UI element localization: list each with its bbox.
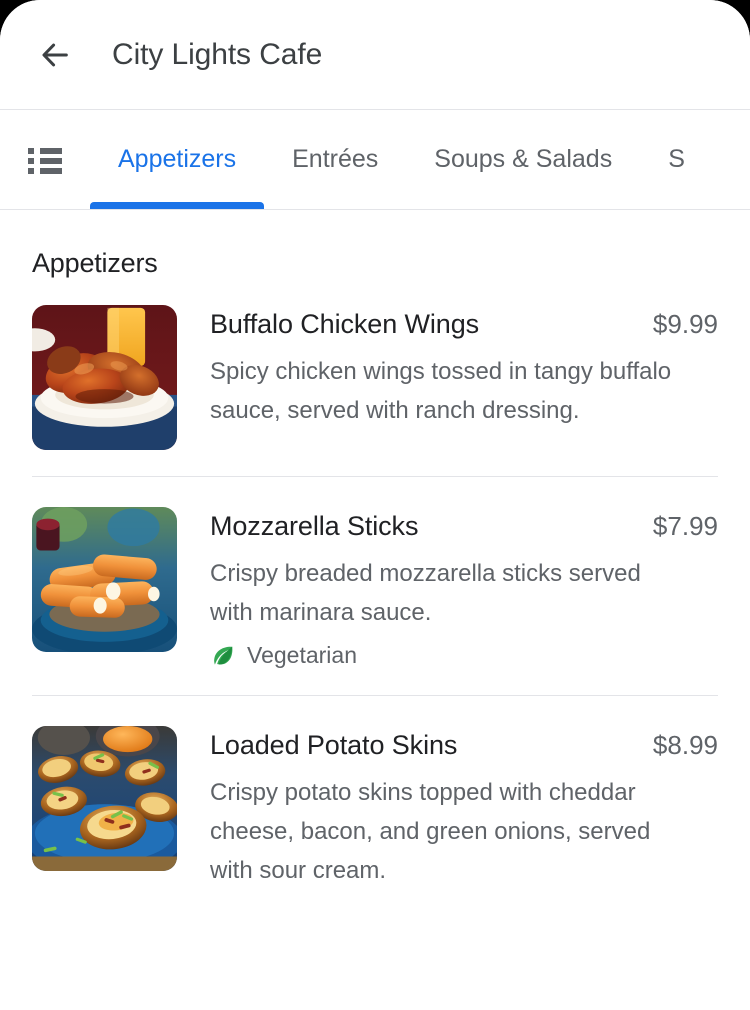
menu-item-name: Mozzarella Sticks xyxy=(210,511,419,541)
section-heading: Appetizers xyxy=(32,248,158,278)
back-button[interactable] xyxy=(32,32,78,78)
buffalo-chicken-wings-photo xyxy=(32,305,177,450)
menu-item-price: $8.99 xyxy=(652,730,718,760)
tab-label: Appetizers xyxy=(118,145,237,173)
menu-item-description: Spicy chicken wings tossed in tangy buff… xyxy=(210,358,672,424)
loaded-potato-skins-photo xyxy=(32,726,177,871)
menu-content: Appetizers Buffalo Chicken Wings $9.99 S… xyxy=(0,210,750,890)
arrow-back-icon xyxy=(38,38,72,72)
menu-item[interactable]: Mozzarella Sticks $7.99 Crispy breaded m… xyxy=(0,507,750,669)
category-tabbar: Appetizers Entrées Soups & Salads S xyxy=(0,110,750,210)
tab-label: Soups & Salads xyxy=(434,145,613,173)
tab-appetizers[interactable]: Appetizers xyxy=(90,110,265,209)
tab-label: Entrées xyxy=(292,145,379,173)
dietary-tag-label: Vegetarian xyxy=(247,642,357,668)
list-menu-icon xyxy=(28,144,62,178)
menu-item-header: Buffalo Chicken Wings $9.99 xyxy=(210,309,718,340)
menu-item-body: Buffalo Chicken Wings $9.99 Spicy chicke… xyxy=(210,305,718,430)
menu-item[interactable]: Loaded Potato Skins $8.99 Crispy potato … xyxy=(0,726,750,890)
menu-item-description: Crispy breaded mozzarella sticks served … xyxy=(210,560,641,626)
menu-item-header: Loaded Potato Skins $8.99 xyxy=(210,730,718,761)
menu-item-body: Mozzarella Sticks $7.99 Crispy breaded m… xyxy=(210,507,718,669)
menu-item-header: Mozzarella Sticks $7.99 xyxy=(210,511,718,542)
menu-item-name: Buffalo Chicken Wings xyxy=(210,309,480,339)
leaf-icon xyxy=(210,643,236,669)
mozzarella-sticks-photo xyxy=(32,507,177,652)
tab-label: S xyxy=(668,145,685,173)
page-title: City Lights Cafe xyxy=(112,37,323,71)
menu-item-body: Loaded Potato Skins $8.99 Crispy potato … xyxy=(210,726,718,890)
list-menu-button[interactable] xyxy=(0,110,90,209)
tab-entrees[interactable]: Entrées xyxy=(264,110,406,209)
menu-screen: City Lights Cafe Appetizers Entrées Soup… xyxy=(0,0,750,1010)
menu-item-name: Loaded Potato Skins xyxy=(210,730,458,760)
dietary-tag: Vegetarian xyxy=(210,642,718,669)
menu-item-price: $7.99 xyxy=(652,511,718,541)
tab-soups-and-salads[interactable]: Soups & Salads xyxy=(406,110,640,209)
menu-item[interactable]: Buffalo Chicken Wings $9.99 Spicy chicke… xyxy=(0,305,750,450)
menu-item-price: $9.99 xyxy=(652,309,718,339)
tab-partial-next[interactable]: S xyxy=(640,110,713,209)
app-header: City Lights Cafe xyxy=(0,0,750,110)
menu-item-description: Crispy potato skins topped with cheddar … xyxy=(210,779,651,884)
